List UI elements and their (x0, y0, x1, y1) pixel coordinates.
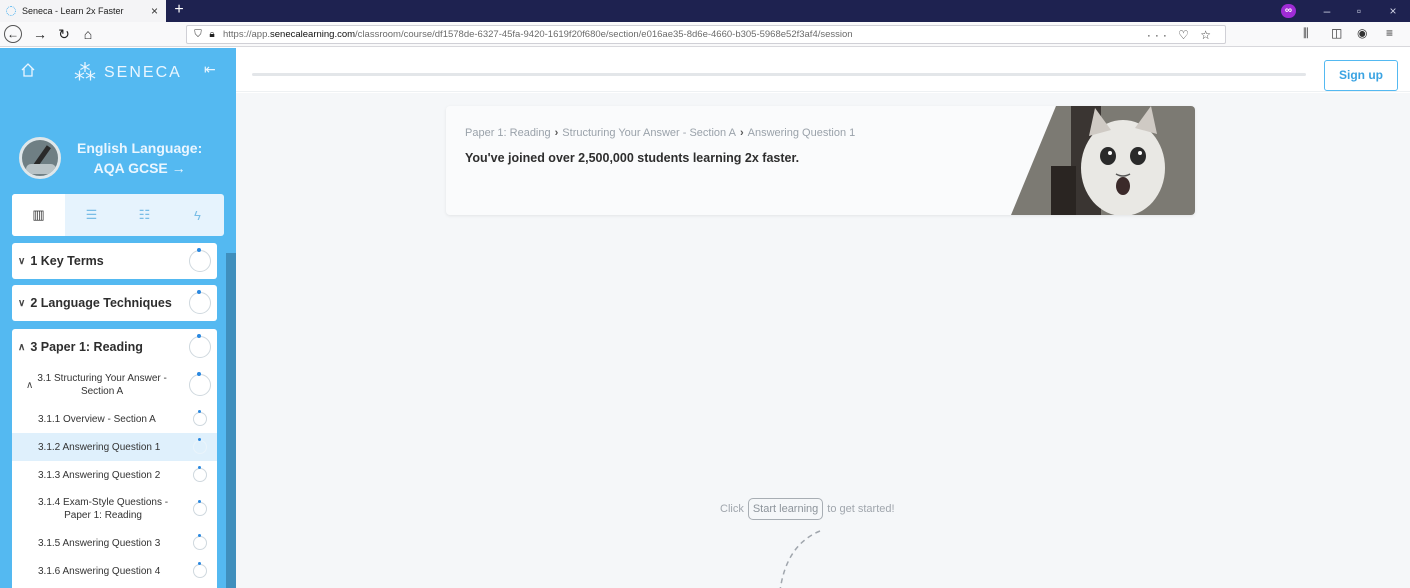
books-icon[interactable]: ▥ (12, 194, 65, 236)
home-icon[interactable]: ⌂ (78, 25, 98, 44)
progress-ring-icon (193, 410, 207, 426)
surprised-cat-image (1011, 106, 1195, 215)
dashed-arrow-icon (779, 530, 821, 588)
breadcrumb-item[interactable]: Structuring Your Answer - Section A (562, 127, 736, 139)
seneca-logo-icon: ⁂ (74, 60, 98, 85)
progress-ring-icon (189, 372, 211, 396)
chevron-up-icon: ∧ (26, 379, 34, 391)
session-progress-bar (252, 73, 1306, 76)
start-hint: Click Start learning to get started! (720, 498, 895, 520)
address-bar[interactable]: ⛉ 🔒︎ https://app.senecalearning.com/clas… (186, 25, 1226, 44)
banner-message: You've joined over 2,500,000 students le… (465, 151, 800, 165)
sidebar-toggle-icon[interactable]: ◫ (1331, 26, 1342, 40)
chevron-down-icon: ∨ (18, 255, 26, 267)
sign-up-button[interactable]: Sign up (1324, 60, 1398, 91)
list-item[interactable]: 3.1.4 Exam-Style Questions - Paper 1: Re… (12, 489, 217, 529)
hint-text-after: to get started! (827, 503, 895, 515)
progress-ring-icon (193, 562, 207, 578)
breadcrumb-item[interactable]: Paper 1: Reading (465, 127, 551, 139)
lock-icon[interactable]: 🔒︎ (205, 29, 219, 40)
main-content: Paper 1: Reading › Structuring Your Answer… (236, 93, 1410, 588)
list-item-selected[interactable]: 3.1.2 Answering Question 1 (12, 433, 217, 461)
reload-icon[interactable]: ↻ (54, 25, 74, 44)
notebook-icon[interactable]: ☰ (65, 194, 118, 236)
list-item[interactable]: 3.1.1 Overview - Section A (12, 405, 217, 433)
minimize-button[interactable]: – (1312, 0, 1342, 22)
account-icon[interactable]: ◉ (1357, 26, 1367, 40)
subsection-label: 3.1 Structuring Your Answer - Section A (37, 373, 167, 397)
seneca-favicon-icon (6, 6, 16, 16)
section-key-terms[interactable]: ∨ 1 Key Terms (12, 243, 217, 279)
back-arrow-icon[interactable]: ← (4, 25, 22, 43)
chevron-down-icon: ∨ (18, 297, 26, 309)
logo-text: SENECA (104, 64, 182, 81)
item-label: 3.1.5 Answering Question 3 (38, 537, 161, 549)
course-avatar (19, 137, 61, 179)
item-label: 3.1.4 Exam-Style Questions - Paper 1: Re… (38, 497, 169, 521)
sidebar-tabs: ▥ ☰ ☷ ϟ (12, 194, 224, 236)
section-language-techniques[interactable]: ∨ 2 Language Techniques (12, 285, 217, 321)
browser-tab[interactable]: Seneca - Learn 2x Faster × (0, 0, 166, 22)
section-label: 2 Language Techniques (30, 296, 172, 310)
new-tab-button[interactable]: + (170, 0, 188, 22)
chevron-right-icon: › (739, 127, 744, 139)
library-icon[interactable]: ⫼ (1303, 26, 1309, 41)
window-close-button[interactable]: × (1378, 0, 1408, 22)
collapse-sidebar-icon[interactable]: ⇤ (204, 61, 216, 78)
section-header[interactable]: ∧ 3 Paper 1: Reading (12, 329, 217, 365)
item-label: 3.1.3 Answering Question 2 (38, 469, 161, 481)
subsection-structuring[interactable]: ∧ 3.1 Structuring Your Answer - Section … (12, 365, 217, 405)
restore-button[interactable]: ▫ (1344, 0, 1374, 22)
course-sidebar: ⁂ SENECA ⇤ English Language: AQA GCSE → … (0, 48, 236, 588)
page-actions-icon[interactable]: ··· ♡ ☆ (1147, 28, 1215, 42)
forward-arrow-icon[interactable]: → (30, 25, 50, 44)
sidebar-scrollbar[interactable] (226, 253, 236, 588)
session-banner: Paper 1: Reading › Structuring Your Answer… (446, 106, 1195, 215)
menu-icon[interactable]: ≡ (1386, 26, 1393, 40)
sidebar-header: ⁂ SENECA ⇤ (0, 48, 236, 92)
progress-ring-icon (189, 290, 211, 314)
tracking-shield-icon[interactable]: ⛉ (191, 29, 205, 40)
tab-title: Seneca - Learn 2x Faster (22, 6, 124, 16)
breadcrumb: Paper 1: Reading › Structuring Your Answer… (465, 127, 855, 139)
section-label: 3 Paper 1: Reading (30, 340, 143, 354)
item-label: 3.1.2 Answering Question 1 (38, 441, 161, 453)
chevron-up-icon: ∧ (18, 341, 26, 353)
item-label: 3.1.1 Overview - Section A (38, 413, 156, 425)
list-item[interactable]: 3.1.3 Answering Question 2 (12, 461, 217, 489)
top-bar: Sign up (236, 48, 1410, 92)
progress-ring-icon (193, 500, 207, 516)
section-paper1-reading: ∧ 3 Paper 1: Reading ∧ 3.1 Structuring Y… (12, 329, 217, 588)
sidebar-scroll-track (226, 238, 236, 253)
progress-ring-icon (193, 466, 207, 482)
home-icon[interactable] (20, 62, 36, 78)
lightning-icon[interactable]: ϟ (171, 194, 224, 236)
progress-ring-icon (193, 438, 207, 454)
chevron-right-icon: › (554, 127, 559, 139)
seneca-logo[interactable]: ⁂ SENECA (74, 60, 182, 86)
course-title[interactable]: English Language: AQA GCSE → (77, 138, 202, 178)
progress-ring-icon (189, 248, 211, 272)
progress-ring-icon (189, 334, 211, 358)
hint-text-before: Click (720, 503, 744, 515)
section-label: 1 Key Terms (30, 254, 104, 268)
list-item[interactable]: 3.1.5 Answering Question 3 (12, 529, 217, 557)
progress-ring-icon (193, 534, 207, 550)
breadcrumb-item[interactable]: Answering Question 1 (748, 127, 856, 139)
list-item[interactable]: 3.1.6 Answering Question 4 (12, 557, 217, 585)
item-label: 3.1.6 Answering Question 4 (38, 565, 161, 577)
browser-tab-bar: Seneca - Learn 2x Faster × + ∞ – ▫ × (0, 0, 1410, 22)
document-icon[interactable]: ☷ (118, 194, 171, 236)
browser-nav-bar: ← → ↻ ⌂ ⛉ 🔒︎ https://app.senecalearning.… (0, 22, 1410, 47)
start-learning-button[interactable]: Start learning (747, 498, 824, 520)
course-header[interactable]: English Language: AQA GCSE → (19, 128, 234, 188)
url-text[interactable]: https://app.senecalearning.com/classroom… (223, 29, 1147, 40)
tab-close-icon[interactable]: × (151, 4, 158, 18)
private-browsing-icon: ∞ (1281, 4, 1296, 18)
